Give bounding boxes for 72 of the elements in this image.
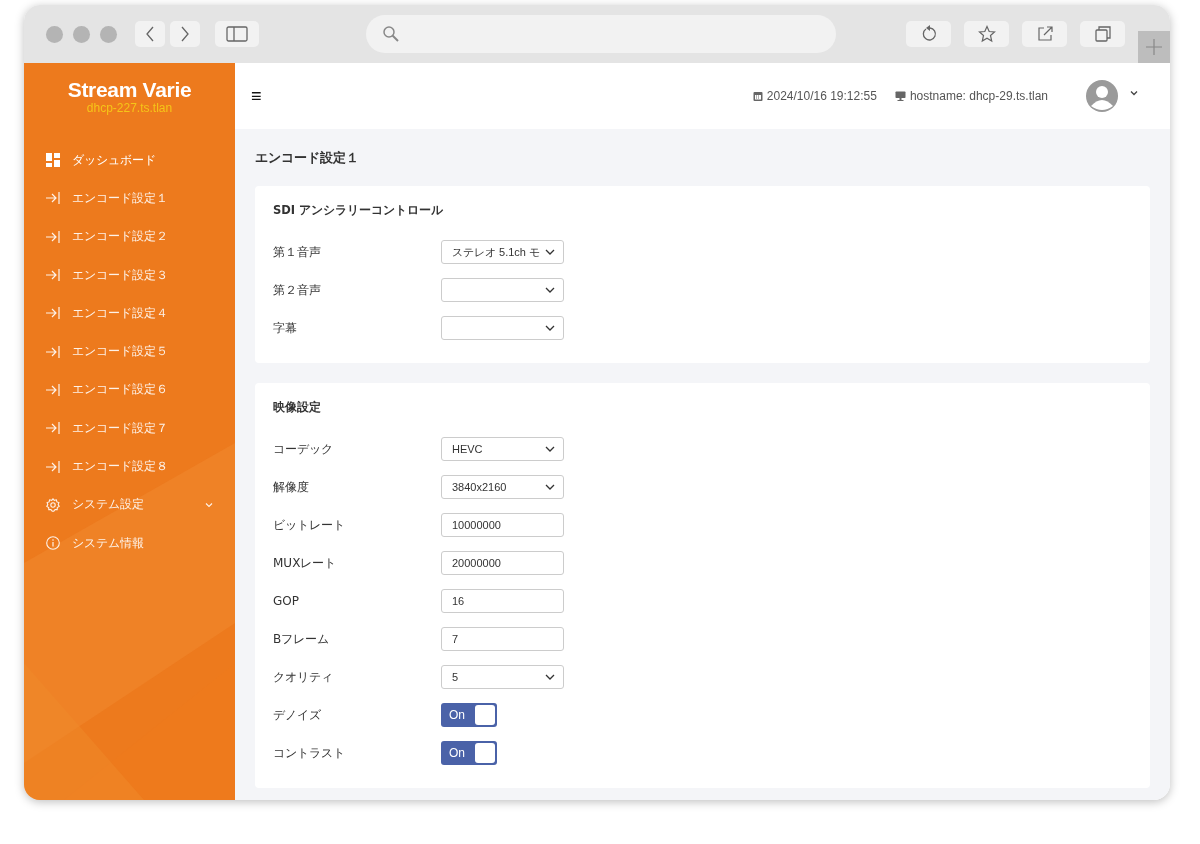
chevron-down-icon: [545, 287, 555, 293]
star-icon: [977, 25, 996, 43]
arrow-to-line-icon: [46, 459, 60, 474]
input-field[interactable]: 20000000: [441, 551, 564, 575]
chevron-right-icon: [179, 26, 191, 42]
avatar-icon[interactable]: [1086, 80, 1118, 112]
window-control-icon[interactable]: [46, 25, 63, 43]
dropdown[interactable]: HEVC: [441, 437, 564, 461]
field-label: コントラスト: [273, 744, 346, 762]
new-tab-button[interactable]: [1138, 31, 1170, 63]
sidebar-icon: [226, 26, 248, 42]
chevron-left-icon: [144, 26, 156, 42]
arrow-to-line-icon: [46, 306, 60, 321]
tabs-icon: [1093, 25, 1112, 43]
chevron-down-icon: [545, 674, 555, 680]
arrow-to-line-icon: [46, 268, 60, 283]
field-label: コーデック: [273, 440, 334, 458]
dropdown[interactable]: 5: [441, 665, 564, 689]
chevron-down-icon: [545, 325, 555, 331]
card-title: SDI アンシラリーコントロール: [273, 203, 445, 218]
page-title: エンコード設定１: [255, 149, 360, 167]
card-title: 映像設定: [273, 400, 322, 415]
window-control-icon[interactable]: [100, 25, 117, 43]
forward-button[interactable]: [170, 21, 200, 47]
arrow-to-line-icon: [46, 382, 60, 397]
gear-icon: [46, 497, 60, 512]
hostname-text: hostname: dhcp-29.ts.tlan: [909, 89, 1048, 103]
app-title: Stream Varie: [66, 78, 193, 102]
menu-button[interactable]: ≡: [251, 85, 262, 107]
search-icon: [382, 25, 400, 43]
field-label: 第２音声: [273, 281, 322, 299]
dropdown[interactable]: ステレオ 5.1ch モ: [441, 240, 564, 264]
dashboard-icon: [46, 153, 60, 168]
app-hostname: dhcp-227.ts.tlan: [85, 101, 174, 115]
chevron-down-icon[interactable]: [1130, 90, 1138, 96]
window-control-icon[interactable]: [73, 25, 90, 43]
toggle-switch[interactable]: On: [441, 741, 497, 765]
field-label: デノイズ: [273, 706, 322, 724]
arrow-to-line-icon: [46, 421, 60, 436]
input-field[interactable]: 10000000: [441, 513, 564, 537]
arrow-to-line-icon: [46, 229, 60, 244]
field-label: ビットレート: [273, 516, 346, 534]
field-label: 解像度: [273, 478, 310, 496]
sidebar-toggle-button[interactable]: [215, 21, 259, 47]
info-icon: [46, 536, 60, 551]
chevron-down-icon: [545, 484, 555, 490]
field-label: クオリティ: [273, 668, 334, 686]
field-label: MUXレート: [273, 554, 338, 572]
field-label: 第１音声: [273, 243, 322, 261]
toggle-switch[interactable]: On: [441, 703, 497, 727]
dropdown[interactable]: [441, 316, 564, 340]
chevron-down-icon: [545, 249, 555, 255]
plus-icon: [1145, 38, 1163, 56]
input-field[interactable]: 16: [441, 589, 564, 613]
field-label: 字幕: [273, 319, 298, 337]
field-label: Bフレーム: [273, 630, 331, 648]
input-field[interactable]: 7: [441, 627, 564, 651]
arrow-to-line-icon: [46, 191, 60, 206]
monitor-icon: [894, 91, 906, 101]
share-icon: [1035, 25, 1054, 43]
date-time: 2024/10/16 19:12:55: [766, 89, 877, 103]
tabs-button[interactable]: [1080, 21, 1125, 47]
calendar-icon: [752, 91, 763, 101]
chevron-down-icon: [545, 446, 555, 452]
reload-button[interactable]: [906, 21, 951, 47]
dropdown[interactable]: [441, 278, 564, 302]
back-button[interactable]: [135, 21, 165, 47]
bookmark-button[interactable]: [964, 21, 1009, 47]
field-label: GOP: [273, 594, 300, 608]
share-button[interactable]: [1022, 21, 1067, 47]
dropdown[interactable]: 3840x2160: [441, 475, 564, 499]
arrow-to-line-icon: [46, 344, 60, 359]
